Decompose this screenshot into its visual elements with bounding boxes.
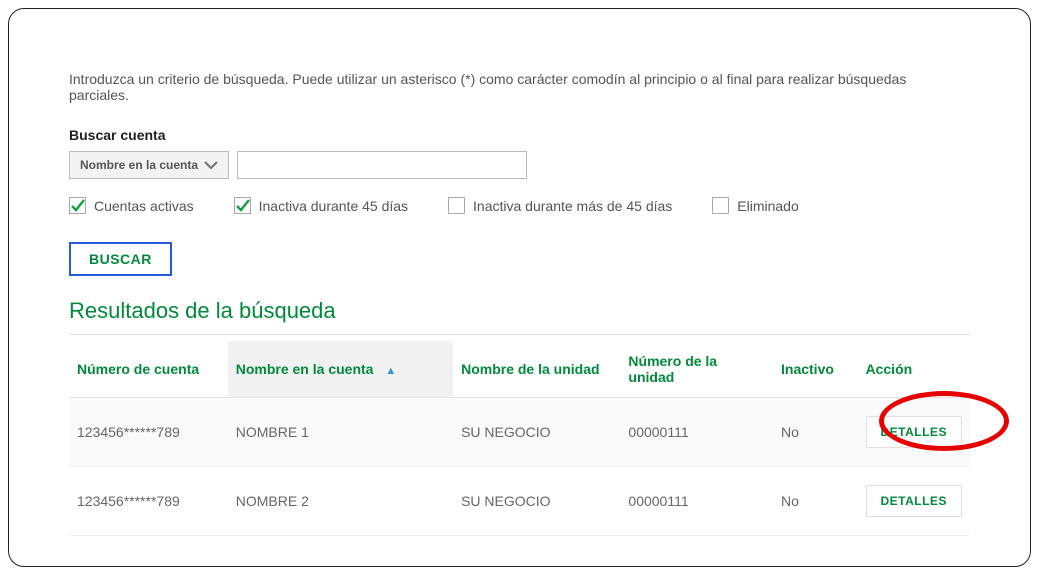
filter-label: Cuentas activas: [94, 198, 194, 214]
search-input[interactable]: [237, 151, 527, 179]
col-action: Acción: [858, 341, 971, 398]
cell-account-number: 123456******789: [69, 398, 228, 467]
col-label: Nombre en la cuenta: [236, 361, 374, 377]
cell-account-name: NOMBRE 1: [228, 398, 453, 467]
col-unit-number[interactable]: Número de la unidad: [620, 341, 773, 398]
filter-label: Eliminado: [737, 198, 798, 214]
col-unit-name[interactable]: Nombre de la unidad: [453, 341, 620, 398]
search-button[interactable]: BUSCAR: [69, 242, 172, 276]
col-account-number[interactable]: Número de cuenta: [69, 341, 228, 398]
cell-unit-name: SU NEGOCIO: [453, 398, 620, 467]
filter-inactive-45-plus[interactable]: Inactiva durante más de 45 días: [448, 197, 672, 214]
details-button[interactable]: DETALLES: [866, 485, 962, 517]
results-table: Número de cuenta Nombre en la cuenta ▲ N…: [69, 341, 970, 536]
cell-account-name: NOMBRE 2: [228, 467, 453, 536]
search-row: Nombre en la cuenta: [69, 151, 970, 179]
divider: [69, 334, 970, 335]
chevron-down-icon: [204, 161, 218, 170]
account-search-panel: Introduzca un criterio de búsqueda. Pued…: [8, 8, 1031, 567]
search-account-label: Buscar cuenta: [69, 127, 970, 143]
cell-inactive: No: [773, 398, 858, 467]
filter-label: Inactiva durante 45 días: [259, 198, 408, 214]
cell-unit-number: 00000111: [620, 398, 773, 467]
checkbox-icon: [69, 197, 86, 214]
checkbox-icon: [712, 197, 729, 214]
checkbox-icon: [448, 197, 465, 214]
filter-active[interactable]: Cuentas activas: [69, 197, 194, 214]
cell-unit-name: SU NEGOCIO: [453, 467, 620, 536]
filter-deleted[interactable]: Eliminado: [712, 197, 798, 214]
col-inactive[interactable]: Inactivo: [773, 341, 858, 398]
table-row: 123456******789 NOMBRE 1 SU NEGOCIO 0000…: [69, 398, 970, 467]
search-field-dropdown[interactable]: Nombre en la cuenta: [69, 151, 229, 179]
col-account-name[interactable]: Nombre en la cuenta ▲: [228, 341, 453, 398]
cell-inactive: No: [773, 467, 858, 536]
cell-unit-number: 00000111: [620, 467, 773, 536]
table-row: 123456******789 NOMBRE 2 SU NEGOCIO 0000…: [69, 467, 970, 536]
cell-account-number: 123456******789: [69, 467, 228, 536]
filter-row: Cuentas activas Inactiva durante 45 días…: [69, 197, 970, 214]
checkbox-icon: [234, 197, 251, 214]
sort-asc-icon: ▲: [385, 365, 396, 377]
results-title: Resultados de la búsqueda: [69, 298, 970, 324]
details-button[interactable]: DETALLES: [866, 416, 962, 448]
filter-inactive-45[interactable]: Inactiva durante 45 días: [234, 197, 408, 214]
intro-text: Introduzca un criterio de búsqueda. Pued…: [69, 71, 970, 103]
dropdown-selected-text: Nombre en la cuenta: [80, 158, 198, 172]
filter-label: Inactiva durante más de 45 días: [473, 198, 672, 214]
